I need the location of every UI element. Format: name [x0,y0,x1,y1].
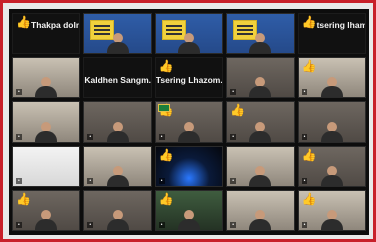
raised-hand-icon: 👍 [16,191,31,206]
participant-tile[interactable]: • [83,101,152,143]
participant-video [33,77,59,98]
participant-label: • [158,177,165,184]
participant-video [247,33,273,54]
raised-hand-icon: 👍 [230,103,246,118]
raised-hand-icon: 👍 [158,59,174,74]
participant-label: • [16,133,22,140]
participant-label: • [87,177,94,184]
participant-video [105,121,131,142]
participant-tile[interactable]: 👍 • [297,57,366,99]
flag-icon [157,104,170,113]
participant-tile[interactable]: 👍 • [297,145,366,187]
participant-name: Kaldhen Sangm... [84,75,152,86]
participant-tile[interactable]: • [226,189,295,231]
participant-tile[interactable]: 👍 • [154,189,224,231]
participant-label: • [230,133,236,140]
participant-tile[interactable] [83,13,152,55]
participant-label: • [87,133,94,140]
participant-video [319,121,345,142]
participant-tile[interactable]: 👍 • [226,101,295,143]
participant-label: • [158,222,165,228]
raised-hand-icon: 👍 [301,147,317,162]
participant-label: • [301,222,308,228]
participant-label: • [301,89,308,96]
participant-label: • [230,89,236,96]
participant-tile[interactable]: • [83,145,152,187]
participant-label: • [158,133,165,140]
participant-tile[interactable]: • [12,101,81,143]
participant-video [105,210,131,230]
raised-hand-icon: 👍 [158,191,174,206]
participant-video [319,77,345,98]
participant-name: tsering lhamo [316,20,365,30]
participant-tile[interactable]: • [83,189,152,231]
participant-label: • [301,133,308,140]
participant-tile[interactable]: 👍 • [12,189,81,231]
participant-name: Tsering Lhazom... [155,75,224,86]
participant-grid: 👍 Thakpa dolma 👍 tsering lhamo [12,13,366,231]
participant-video [176,210,202,230]
participant-tile[interactable]: 👍 • [154,101,224,143]
participant-label: • [301,177,308,184]
participant-video [105,33,131,54]
participant-label: • [230,177,236,184]
participant-tile[interactable]: 👍 • [154,145,224,187]
participant-video [247,165,273,186]
participant-label: • [16,177,22,184]
participant-tile[interactable]: • [226,57,295,99]
screenshot-frame: 👍 Thakpa dolma 👍 tsering lhamo [0,0,376,242]
participant-video [176,33,202,54]
participant-video [176,121,202,142]
participant-tile[interactable]: • [12,145,81,187]
participant-video [33,210,59,230]
participant-label: • [16,222,22,228]
participant-tile[interactable]: • [297,101,366,143]
participant-tile[interactable]: • [226,145,295,187]
raised-hand-icon: 👍 [301,191,317,206]
participant-tile[interactable]: 👍 Tsering Lhazom... [154,57,224,99]
raised-hand-icon: 👍 [301,59,317,74]
raised-hand-icon: 👍 [301,15,317,29]
participant-tile[interactable]: 👍 tsering lhamo [297,13,366,55]
participant-tile[interactable]: 👍 • [297,189,366,231]
participant-video [247,121,273,142]
participant-video [319,165,345,186]
participant-video [247,77,273,98]
video-conference-window: 👍 Thakpa dolma 👍 tsering lhamo [9,9,369,235]
participant-tile[interactable]: Kaldhen Sangm... [83,57,152,99]
raised-hand-icon: 👍 [158,147,174,162]
participant-label: • [230,222,236,228]
participant-video [319,210,345,230]
participant-video [247,210,273,230]
participant-name: Thakpa dolma [31,20,79,30]
raised-hand-icon: 👍 [16,15,31,29]
participant-video [33,121,59,142]
participant-label: • [16,89,22,96]
participant-tile[interactable]: • [12,57,81,99]
participant-label: • [87,222,94,228]
participant-tile[interactable] [154,13,224,55]
participant-video [105,165,131,186]
participant-tile[interactable] [226,13,295,55]
participant-tile[interactable]: 👍 Thakpa dolma [12,13,81,55]
